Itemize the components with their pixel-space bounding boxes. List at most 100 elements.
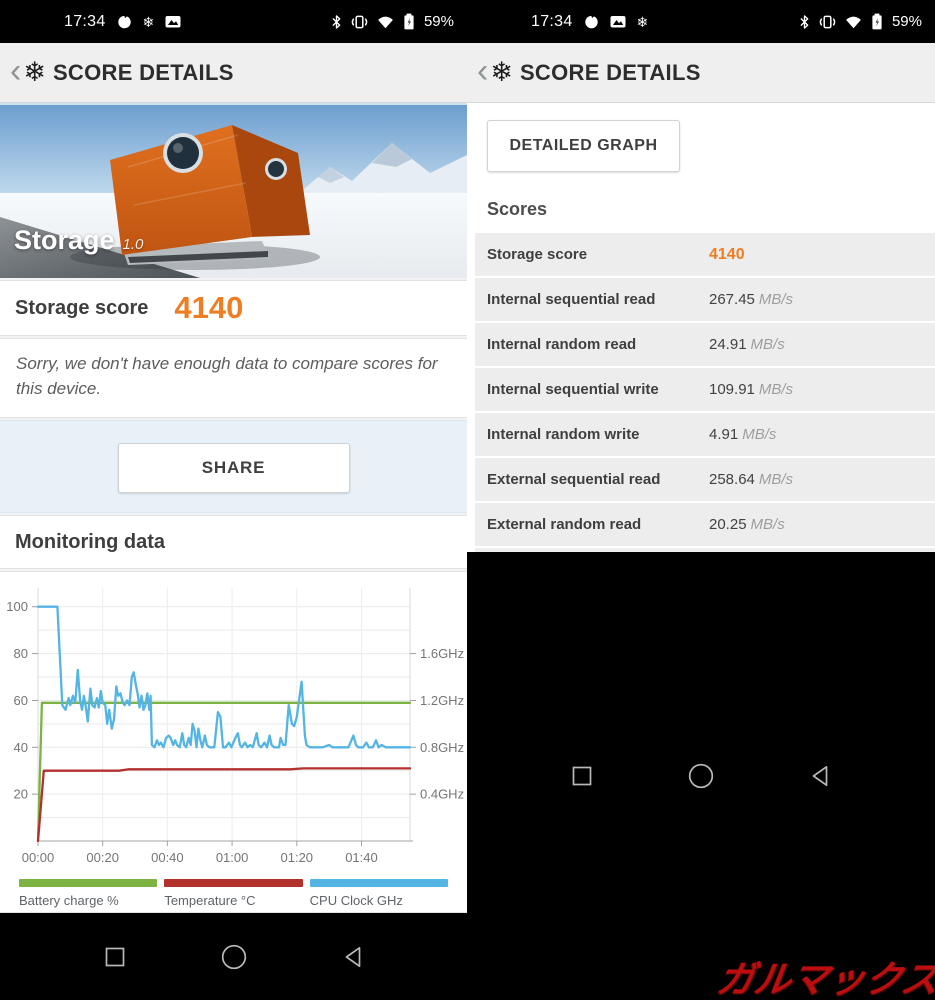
row-value: 4.91 MB/s xyxy=(709,426,777,443)
fire-notification-icon xyxy=(584,14,598,29)
row-label: External sequential write xyxy=(487,548,664,552)
back-button[interactable] xyxy=(340,944,366,970)
table-row: Storage score 4140 xyxy=(475,233,935,276)
svg-text:60: 60 xyxy=(14,693,28,708)
scores-heading: Scores xyxy=(487,199,548,219)
status-time: 17:34 xyxy=(64,12,106,30)
home-button[interactable] xyxy=(220,943,248,971)
page-title: SCORE DETAILS xyxy=(519,59,701,85)
row-label: Internal random write xyxy=(487,426,640,443)
svg-text:01:40: 01:40 xyxy=(345,850,378,865)
table-row: Internal random write 4.91 MB/s xyxy=(475,413,935,456)
right-screenshot: 17:34 ❄ 59% ‹ ❄ SCORE DETAILS DETAILED G… xyxy=(467,0,935,1000)
share-section: SHARE xyxy=(0,420,467,513)
svg-text:00:00: 00:00 xyxy=(22,850,55,865)
legend-item: Temperature °C xyxy=(164,879,303,908)
svg-text:1.2GHz: 1.2GHz xyxy=(420,693,464,708)
recents-button[interactable] xyxy=(569,763,595,789)
row-unit: MB/s xyxy=(750,336,785,353)
bluetooth-icon xyxy=(332,14,341,29)
status-bar: 17:34 ❄ 59% xyxy=(467,0,935,43)
svg-text:00:40: 00:40 xyxy=(151,850,184,865)
vibrate-icon xyxy=(351,15,368,28)
legend-item: CPU Clock GHz xyxy=(309,879,448,908)
row-label: Storage score xyxy=(487,246,588,263)
score-details-content: DETAILED GRAPH Scores Storage score 4140 I… xyxy=(467,103,935,552)
svg-text:100: 100 xyxy=(6,599,28,614)
row-label: Internal sequential write xyxy=(487,381,659,398)
snowflake-notification-icon: ❄ xyxy=(636,13,649,30)
row-value: 109.88MB/s xyxy=(709,548,793,552)
row-unit: MB/s xyxy=(758,381,794,398)
svg-text:40: 40 xyxy=(14,740,28,755)
benchmark-name: Storage xyxy=(14,225,115,255)
snowflake-notification-icon: ❄ xyxy=(142,13,155,30)
row-unit: MB/s xyxy=(758,471,794,488)
android-nav-bar xyxy=(467,551,935,1000)
svg-text:80: 80 xyxy=(14,646,28,661)
notice-text: Sorry, we don't have enough data to comp… xyxy=(16,354,438,398)
table-row: External sequential read 258.64 MB/s xyxy=(475,458,935,501)
row-unit: MB/s xyxy=(742,426,777,443)
legend-label: Temperature °C xyxy=(164,893,256,908)
back-button[interactable] xyxy=(807,763,833,789)
recents-button[interactable] xyxy=(102,944,128,970)
battery-icon xyxy=(404,13,414,30)
legend-color-bar xyxy=(309,879,448,887)
wifi-icon xyxy=(846,16,861,28)
table-row: Internal random read 24.91 MB/s xyxy=(475,323,935,366)
wifi-icon xyxy=(378,16,393,28)
status-left-icons: 17:34 ❄ xyxy=(64,13,181,31)
fire-notification-icon xyxy=(117,14,131,29)
scores-table: Storage score 4140 Internal sequential rea… xyxy=(475,233,935,552)
app-header: ‹ ❄ SCORE DETAILS xyxy=(0,43,467,103)
row-unit: MB/s xyxy=(750,516,785,533)
garumax-watermark: ガルマックス xyxy=(714,959,935,1000)
table-row: External random read 20.25 MB/s xyxy=(475,503,935,546)
legend-label: CPU Clock GHz xyxy=(309,893,403,908)
page-title: SCORE DETAILS xyxy=(52,59,234,85)
row-value: 258.64 MB/s xyxy=(709,471,794,488)
benchmark-snowflake-icon: ❄ xyxy=(490,57,513,87)
detailed-graph-button[interactable]: DETAILED GRAPH xyxy=(487,120,680,172)
benchmark-version: 1.0 xyxy=(122,236,144,253)
score-label: Storage score xyxy=(15,296,149,319)
score-value: 4140 xyxy=(174,290,244,325)
row-label: External random read xyxy=(487,516,642,533)
monitoring-chart-card: 00:00 00:20 00:40 01:00 01:20 01:40 20 40 60 80 10… xyxy=(0,571,467,913)
monitoring-chart: 00:00 00:20 00:40 01:00 01:20 01:40 20 40 60 80 10… xyxy=(6,588,464,865)
row-value: 24.91 MB/s xyxy=(709,336,785,353)
battery-percent: 59% xyxy=(423,13,454,30)
hero-caption: Storage 1.0 xyxy=(14,225,143,256)
android-nav-bar xyxy=(0,913,467,1000)
table-row: Internal sequential read 267.45 MB/s xyxy=(475,278,935,321)
hero-image: Storage 1.0 xyxy=(0,103,467,278)
share-button[interactable]: SHARE xyxy=(117,443,350,493)
status-left-icons: 17:34 ❄ xyxy=(531,13,648,31)
row-value: 20.25 MB/s xyxy=(709,516,785,533)
table-row: External sequential write 109.88MB/s xyxy=(475,548,935,552)
battery-percent: 59% xyxy=(891,13,922,30)
status-time: 17:34 xyxy=(531,12,573,30)
status-right-icons: 59% xyxy=(799,13,922,30)
row-value: 4140 xyxy=(709,246,745,263)
table-row: Internal sequential write 109.91 MB/s xyxy=(475,368,935,411)
svg-text:00:20: 00:20 xyxy=(86,850,119,865)
chart-legend: Battery charge % Temperature °C CPU Clock … xyxy=(0,879,467,908)
svg-text:1.6GHz: 1.6GHz xyxy=(420,646,464,661)
svg-text:0.4GHz: 0.4GHz xyxy=(420,787,464,802)
row-value: 267.45 MB/s xyxy=(709,291,794,308)
row-label: Internal random read xyxy=(487,336,637,353)
svg-text:01:20: 01:20 xyxy=(281,850,314,865)
legend-color-bar xyxy=(164,879,303,887)
home-button[interactable] xyxy=(687,762,715,790)
status-bar: 17:34 ❄ 59% xyxy=(0,0,467,43)
svg-text:01:00: 01:00 xyxy=(216,850,249,865)
app-header: ‹ ❄ SCORE DETAILS xyxy=(467,43,935,103)
legend-label: Battery charge % xyxy=(19,893,119,908)
bluetooth-icon xyxy=(800,14,809,29)
row-label: Internal sequential read xyxy=(487,291,656,308)
legend-color-bar xyxy=(19,879,158,887)
svg-text:20: 20 xyxy=(14,787,28,802)
battery-icon xyxy=(872,13,882,30)
